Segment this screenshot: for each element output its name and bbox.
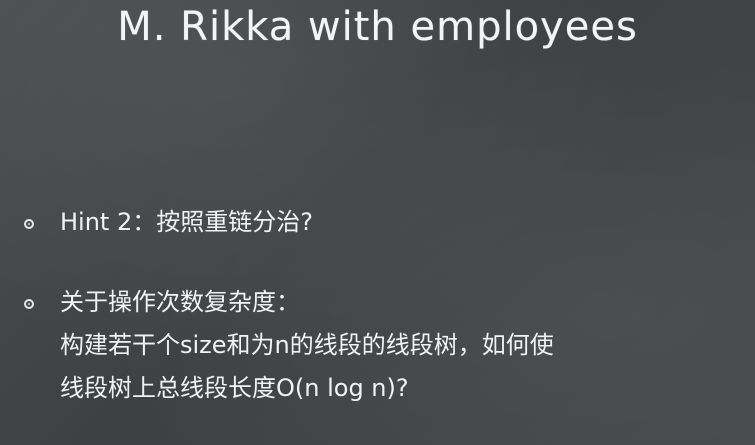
- bullet-item-complexity: 关于操作次数复杂度： 构建若干个size和为n的线段的线段树，如何使 线段树上总…: [24, 281, 744, 410]
- slide-title: M. Rikka with employees: [117, 4, 638, 50]
- bullet-text-line-2: 构建若干个size和为n的线段的线段树，如何使: [60, 331, 554, 359]
- bullet-text-line-1: 关于操作次数复杂度：: [60, 288, 300, 316]
- bullet-text-line-3: 线段树上总线段长度O(n log n)?: [60, 374, 409, 402]
- slide: M. Rikka with employees Hint 2：按照重链分治? 关…: [0, 0, 755, 445]
- bullet-text: Hint 2：按照重链分治?: [60, 208, 313, 236]
- bullet-item-hint: Hint 2：按照重链分治?: [24, 201, 744, 244]
- bullet-dot-icon: [24, 219, 34, 229]
- bullet-dot-icon: [24, 299, 34, 309]
